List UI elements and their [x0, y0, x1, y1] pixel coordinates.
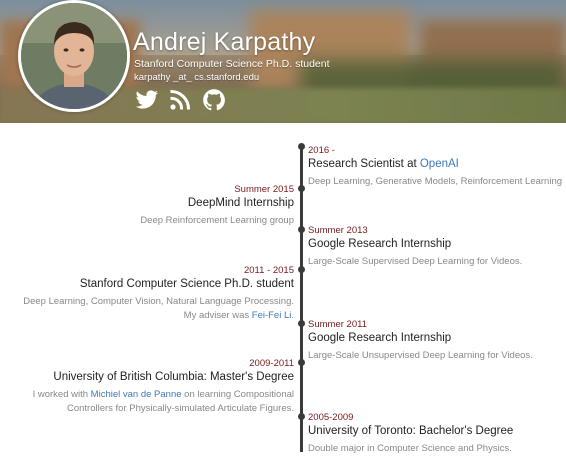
- timeline-entry-deepmind: Summer 2015 DeepMind Internship Deep Rei…: [140, 184, 294, 228]
- entry-description: Deep Reinforcement Learning group: [140, 215, 294, 226]
- entry-date: 2011 - 2015: [243, 265, 294, 276]
- entry-date: Summer 2013: [308, 225, 368, 236]
- entry-title: Google Research Internship: [308, 238, 452, 250]
- timeline-entry-ubc: 2009-2011 University of British Columbia…: [33, 358, 294, 416]
- timeline-dot: [298, 320, 305, 327]
- timeline-entry-openai: 2016 - Research Scientist at OpenAI Deep…: [308, 145, 562, 189]
- timeline-dot: [298, 359, 305, 366]
- entry-title: Stanford Computer Science Ph.D. student: [79, 278, 294, 290]
- entry-date: Summer 2011: [308, 319, 367, 330]
- rss-icon[interactable]: [167, 88, 193, 112]
- entry-title: DeepMind Internship: [187, 197, 294, 209]
- timeline-entry-toronto: 2005-2009 University of Toronto: Bachelo…: [308, 412, 513, 456]
- entry-description: I worked with Michiel van de Panne on le…: [33, 388, 294, 402]
- profile-email: karpathy _at_ cs.stanford.edu: [134, 72, 260, 83]
- entry-description: Deep Learning, Generative Models, Reinfo…: [308, 176, 563, 187]
- entry-description-adviser: My adviser was Fei-Fei Li.: [23, 309, 294, 323]
- timeline-dot: [298, 226, 305, 233]
- timeline-dot: [298, 266, 305, 273]
- entry-description-line2: Controllers for Physically-simulated Art…: [66, 403, 294, 414]
- entry-title: Google Research Internship: [308, 332, 452, 344]
- timeline-entry-google-2011: Summer 2011 Google Research Internship L…: [308, 319, 533, 363]
- ubc-desc-text-post: on learning Compositional: [181, 389, 294, 400]
- timeline-entry-stanford: 2011 - 2015 Stanford Computer Science Ph…: [23, 265, 294, 323]
- twitter-icon[interactable]: [134, 88, 160, 112]
- entry-description: Large-Scale Unsupervised Deep Learning f…: [308, 350, 533, 361]
- timeline-dot: [298, 185, 305, 192]
- ubc-desc-text: I worked with: [32, 389, 91, 400]
- entry-description: Deep Learning, Computer Vision, Natural …: [23, 296, 294, 307]
- profile-subtitle: Stanford Computer Science Ph.D. student: [134, 58, 330, 70]
- avatar-portrait: [21, 3, 127, 109]
- entry-title-text: Research Scientist at: [308, 158, 420, 170]
- entry-date: 2009-2011: [249, 358, 294, 369]
- timeline-dot: [298, 143, 305, 150]
- entry-title: University of Toronto: Bachelor's Degree: [308, 425, 514, 437]
- entry-description: Double major in Computer Science and Phy…: [308, 443, 512, 454]
- adviser-period: .: [291, 310, 294, 321]
- profile-name: Andrej Karpathy: [133, 28, 316, 56]
- michiel-van-de-panne-link[interactable]: Michiel van de Panne: [91, 389, 182, 400]
- entry-date: 2016 -: [308, 145, 335, 156]
- timeline-entry-google-2013: Summer 2013 Google Research Internship L…: [308, 225, 522, 269]
- entry-title: University of British Columbia: Master's…: [53, 371, 294, 383]
- openai-link[interactable]: OpenAI: [420, 158, 459, 170]
- entry-title: Research Scientist at OpenAI: [308, 157, 562, 171]
- adviser-text: My adviser was: [183, 310, 252, 321]
- entry-date: 2005-2009: [308, 412, 354, 423]
- avatar: [18, 0, 130, 112]
- fei-fei-li-link[interactable]: Fei-Fei Li: [252, 310, 292, 321]
- github-icon[interactable]: [201, 88, 227, 112]
- entry-date: Summer 2015: [234, 184, 294, 195]
- header-banner: Andrej Karpathy Stanford Computer Scienc…: [0, 0, 566, 123]
- entry-description: Large-Scale Supervised Deep Learning for…: [308, 256, 523, 267]
- timeline-dot: [298, 413, 305, 420]
